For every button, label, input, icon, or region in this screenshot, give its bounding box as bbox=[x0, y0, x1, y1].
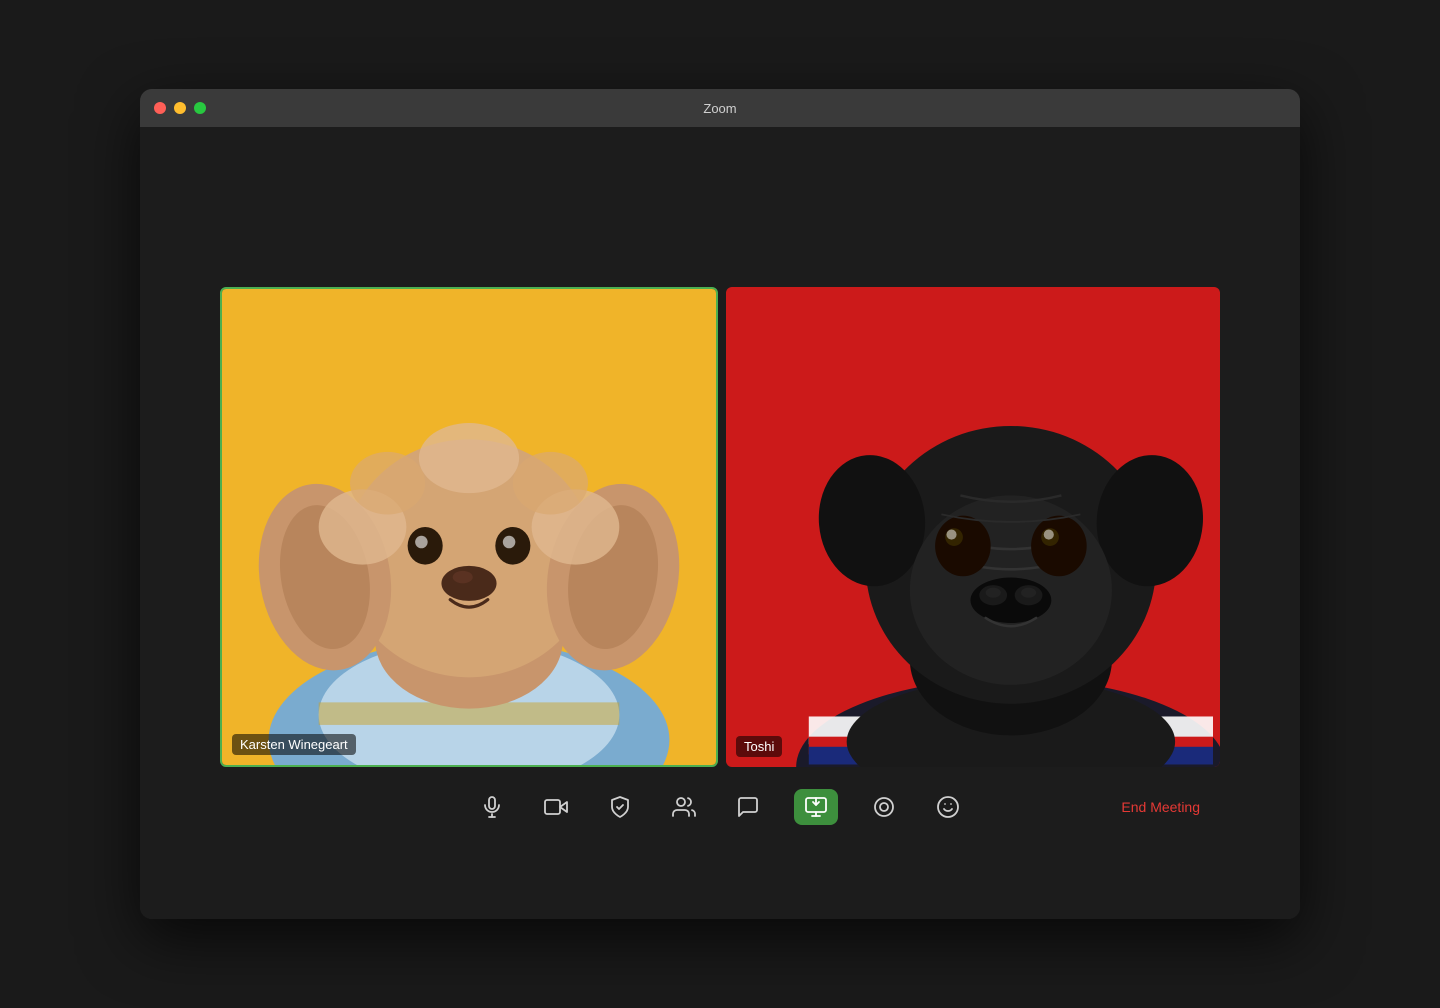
record-icon bbox=[872, 795, 896, 819]
reactions-icon bbox=[936, 795, 960, 819]
participant-label-right: Toshi bbox=[736, 736, 782, 757]
window-title: Zoom bbox=[703, 101, 736, 116]
mic-button[interactable] bbox=[474, 789, 510, 825]
security-button[interactable] bbox=[602, 789, 638, 825]
content-area: Karsten Winegeart bbox=[140, 127, 1300, 919]
video-tile-right: Toshi bbox=[726, 287, 1220, 767]
reactions-button[interactable] bbox=[930, 789, 966, 825]
participants-icon bbox=[672, 795, 696, 819]
video-bg-left bbox=[222, 289, 716, 765]
chat-button[interactable] bbox=[730, 789, 766, 825]
toolbar: End Meeting bbox=[220, 767, 1220, 847]
video-tile-left: Karsten Winegeart bbox=[220, 287, 718, 767]
dog-illustration-left bbox=[222, 289, 716, 765]
video-bg-right bbox=[726, 287, 1220, 767]
close-button[interactable] bbox=[154, 102, 166, 114]
camera-icon bbox=[544, 795, 568, 819]
participant-label-left: Karsten Winegeart bbox=[232, 734, 356, 755]
mic-icon bbox=[480, 795, 504, 819]
chat-icon bbox=[736, 795, 760, 819]
minimize-button[interactable] bbox=[174, 102, 186, 114]
toolbar-center bbox=[474, 789, 966, 825]
share-screen-button[interactable] bbox=[794, 789, 838, 825]
end-meeting-button[interactable]: End Meeting bbox=[1121, 799, 1200, 815]
dog-illustration-right bbox=[726, 287, 1220, 767]
traffic-lights bbox=[154, 102, 206, 114]
record-button[interactable] bbox=[866, 789, 902, 825]
titlebar: Zoom bbox=[140, 89, 1300, 127]
security-icon bbox=[608, 795, 632, 819]
video-grid: Karsten Winegeart bbox=[220, 287, 1220, 767]
camera-button[interactable] bbox=[538, 789, 574, 825]
maximize-button[interactable] bbox=[194, 102, 206, 114]
zoom-window: Zoom bbox=[140, 89, 1300, 919]
share-icon bbox=[804, 795, 828, 819]
participants-button[interactable] bbox=[666, 789, 702, 825]
